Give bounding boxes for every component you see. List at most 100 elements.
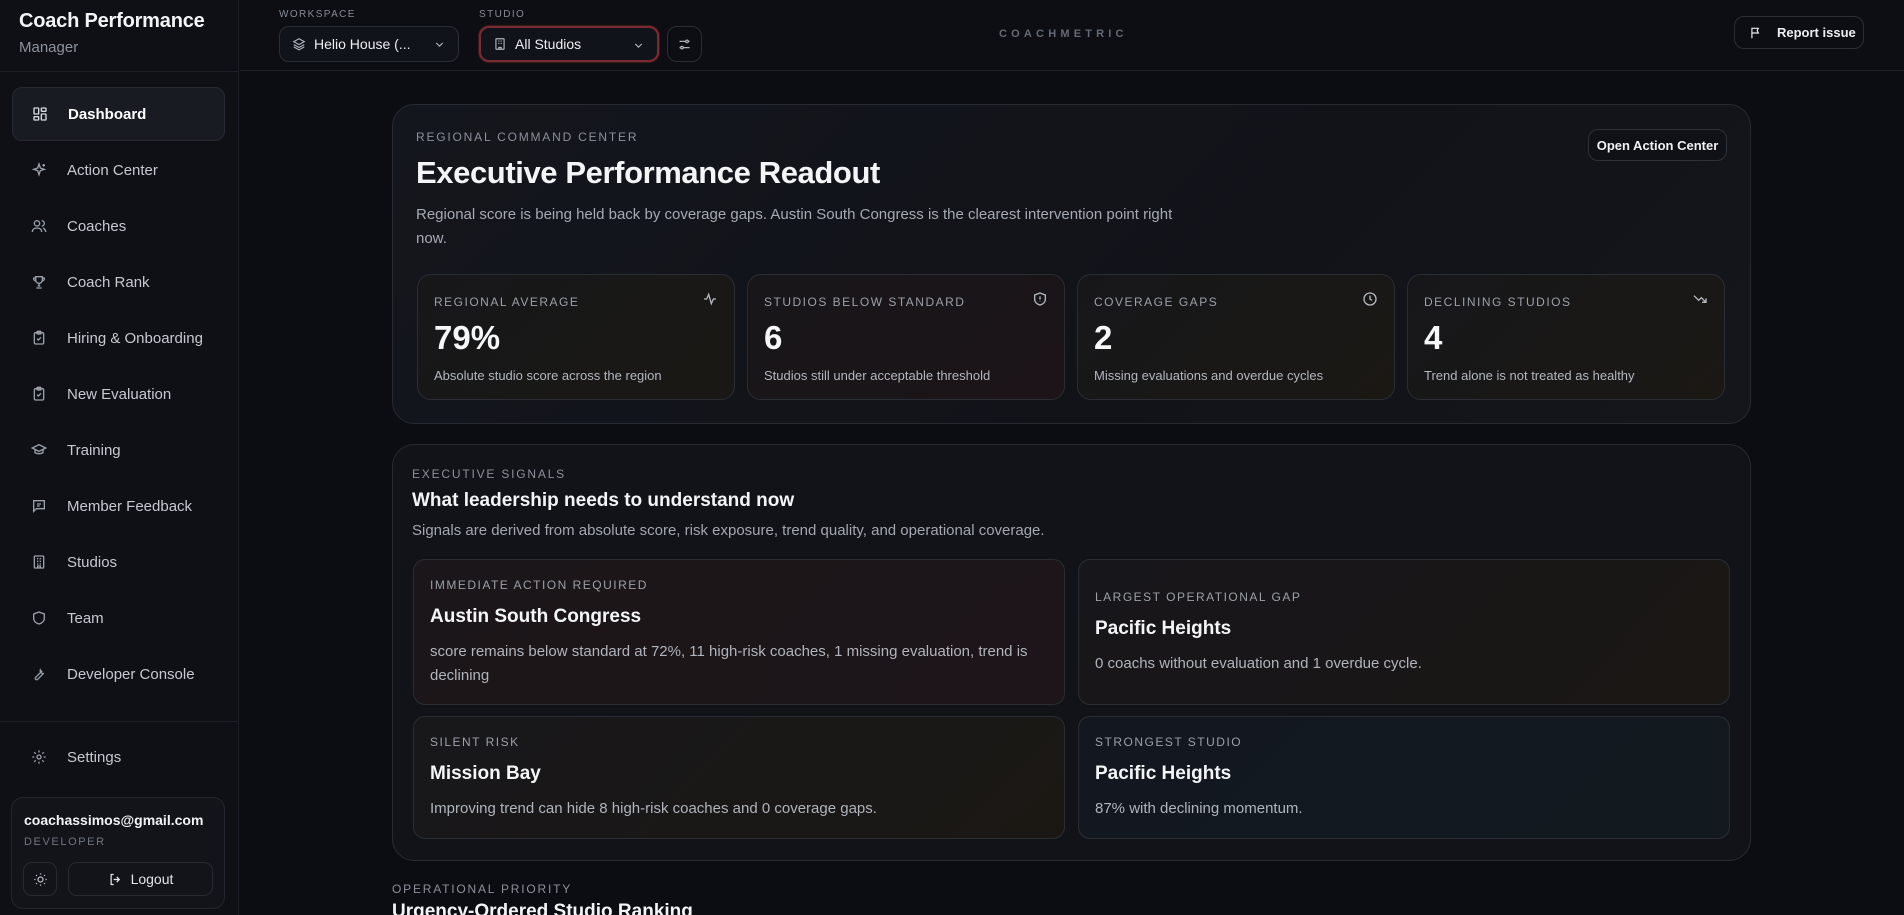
shield-alert-icon bbox=[1034, 292, 1046, 306]
settings-nav: Settings bbox=[12, 730, 225, 786]
brand: Coach Performance Manager bbox=[19, 10, 205, 56]
top-bar: WORKSPACE Helio House (... STUDIO All St… bbox=[240, 0, 1904, 71]
executive-signals: EXECUTIVE SIGNALS What leadership needs … bbox=[392, 444, 1751, 861]
kpi-value: 79% bbox=[434, 319, 501, 356]
signal-label: SILENT RISK bbox=[430, 735, 520, 749]
graduation-cap-icon bbox=[31, 443, 47, 455]
sidebar-item-label: New Evaluation bbox=[67, 385, 172, 403]
sparkle-icon bbox=[31, 162, 47, 177]
kpi-card-regional-average: REGIONAL AVERAGE 79% Absolute studio sco… bbox=[417, 274, 735, 400]
signals-title: What leadership needs to understand now bbox=[412, 490, 795, 511]
kpi-label: COVERAGE GAPS bbox=[1094, 295, 1219, 309]
kpi-note: Missing evaluations and overdue cycles bbox=[1094, 368, 1324, 383]
user-email: coachassimos@gmail.com bbox=[24, 812, 204, 828]
user-card: coachassimos@gmail.com DEVELOPER Logout bbox=[11, 797, 225, 909]
report-issue-button[interactable]: Report issue bbox=[1734, 16, 1864, 49]
sidebar-item-developer-console[interactable]: Developer Console bbox=[12, 647, 225, 701]
studio-value: All Studios bbox=[515, 36, 582, 52]
building-icon bbox=[33, 555, 45, 569]
sidebar-item-label: Studios bbox=[67, 553, 118, 571]
wrench-icon bbox=[34, 668, 45, 681]
sidebar-item-coaches[interactable]: Coaches bbox=[12, 199, 225, 253]
signal-card-largest-gap: LARGEST OPERATIONAL GAP Pacific Heights … bbox=[1078, 559, 1730, 705]
shield-icon bbox=[33, 611, 45, 625]
chevron-down-icon bbox=[435, 42, 444, 47]
message-icon bbox=[33, 500, 45, 513]
signal-body: 87% with declining momentum. bbox=[1095, 800, 1303, 817]
sidebar-item-label: Coach Rank bbox=[67, 273, 150, 291]
workspace-select[interactable]: Helio House (... bbox=[279, 26, 459, 62]
kpi-value: 2 bbox=[1094, 319, 1113, 356]
signal-label: STRONGEST STUDIO bbox=[1095, 735, 1243, 749]
divider bbox=[0, 71, 239, 72]
kpi-label: REGIONAL AVERAGE bbox=[434, 295, 580, 309]
studio-label: STUDIO bbox=[479, 9, 526, 20]
signal-body: score remains below standard at 72%, 11 … bbox=[430, 643, 1028, 684]
sidebar-item-label: Action Center bbox=[67, 161, 158, 179]
signal-label: LARGEST OPERATIONAL GAP bbox=[1095, 590, 1302, 604]
trophy-icon bbox=[32, 276, 46, 289]
dashboard-icon bbox=[33, 107, 47, 121]
kpi-note: Absolute studio score across the region bbox=[434, 368, 662, 383]
sidebar-item-label: Dashboard bbox=[68, 105, 147, 123]
signal-card-silent-risk: SILENT RISK Mission Bay Improving trend … bbox=[413, 716, 1065, 839]
kpi-label: STUDIOS BELOW STANDARD bbox=[764, 295, 966, 309]
page-title: Executive Performance Readout bbox=[416, 155, 880, 190]
kpi-card-studios-below-standard: STUDIOS BELOW STANDARD 6 Studios still u… bbox=[747, 274, 1065, 400]
wordmark: COACHMETRIC bbox=[999, 28, 1128, 40]
sidebar-item-settings[interactable]: Settings bbox=[12, 730, 225, 784]
sidebar-item-action-center[interactable]: Action Center bbox=[12, 143, 225, 197]
sliders-icon bbox=[679, 39, 690, 49]
trending-down-icon bbox=[1693, 295, 1707, 303]
sidebar-nav: Dashboard Action Center Coaches Coach Ra… bbox=[12, 87, 225, 703]
sidebar-item-label: Coaches bbox=[67, 217, 127, 235]
hero-description: Regional score is being held back by cov… bbox=[416, 206, 1173, 247]
sun-icon bbox=[33, 872, 47, 886]
chevron-down-icon bbox=[634, 43, 643, 48]
sidebar-item-member-feedback[interactable]: Member Feedback bbox=[12, 479, 225, 533]
signal-title: Pacific Heights bbox=[1095, 763, 1232, 784]
layers-icon bbox=[292, 38, 306, 51]
user-role: DEVELOPER bbox=[24, 836, 106, 848]
filter-button[interactable] bbox=[667, 26, 702, 62]
users-icon bbox=[31, 220, 47, 233]
signal-body: 0 coachs without evaluation and 1 overdu… bbox=[1095, 655, 1422, 672]
signals-eyebrow: EXECUTIVE SIGNALS bbox=[412, 467, 566, 481]
operational-title: Urgency-Ordered Studio Ranking bbox=[392, 901, 693, 915]
report-issue-label: Report issue bbox=[1777, 25, 1856, 40]
workspace-value: Helio House (... bbox=[314, 36, 411, 52]
kpi-card-coverage-gaps: COVERAGE GAPS 2 Missing evaluations and … bbox=[1077, 274, 1395, 400]
sidebar-item-team[interactable]: Team bbox=[12, 591, 225, 645]
regional-command-center: REGIONAL COMMAND CENTER Executive Perfor… bbox=[392, 104, 1751, 424]
sidebar-item-label: Training bbox=[67, 441, 121, 459]
sidebar-item-dashboard[interactable]: Dashboard bbox=[12, 87, 225, 141]
sidebar-item-hiring-onboarding[interactable]: Hiring & Onboarding bbox=[12, 311, 225, 365]
signal-body: Improving trend can hide 8 high-risk coa… bbox=[430, 800, 877, 817]
signal-title: Pacific Heights bbox=[1095, 618, 1232, 639]
logout-button[interactable]: Logout bbox=[68, 862, 213, 896]
kpi-note: Trend alone is not treated as healthy bbox=[1424, 368, 1635, 383]
sidebar: Coach Performance Manager Dashboard Acti… bbox=[0, 0, 239, 915]
app-role: Manager bbox=[19, 39, 79, 56]
kpi-row: REGIONAL AVERAGE 79% Absolute studio sco… bbox=[417, 274, 1725, 400]
divider bbox=[0, 721, 239, 722]
logout-label: Logout bbox=[130, 871, 174, 887]
signal-title: Austin South Congress bbox=[430, 606, 642, 627]
sidebar-item-studios[interactable]: Studios bbox=[12, 535, 225, 589]
kpi-card-declining-studios: DECLINING STUDIOS 4 Trend alone is not t… bbox=[1407, 274, 1725, 400]
open-action-center-button[interactable]: Open Action Center bbox=[1588, 129, 1727, 161]
app-title: Coach Performance bbox=[19, 10, 205, 32]
sidebar-item-new-evaluation[interactable]: New Evaluation bbox=[12, 367, 225, 421]
clipboard-icon bbox=[33, 330, 45, 345]
sidebar-item-label: Hiring & Onboarding bbox=[67, 329, 203, 347]
sidebar-item-label: Team bbox=[67, 609, 104, 627]
sidebar-item-coach-rank[interactable]: Coach Rank bbox=[12, 255, 225, 309]
studio-select[interactable]: All Studios bbox=[479, 26, 659, 62]
signal-card-immediate-action: IMMEDIATE ACTION REQUIRED Austin South C… bbox=[413, 559, 1065, 705]
sidebar-item-training[interactable]: Training bbox=[12, 423, 225, 477]
logout-icon bbox=[110, 873, 120, 885]
building-icon bbox=[495, 38, 505, 50]
flag-icon bbox=[1751, 27, 1760, 38]
theme-toggle-button[interactable] bbox=[23, 862, 57, 896]
sidebar-item-label: Member Feedback bbox=[67, 497, 193, 515]
